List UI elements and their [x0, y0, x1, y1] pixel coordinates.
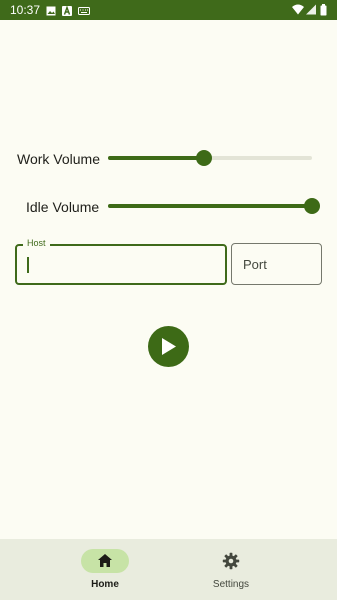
nav-item-settings[interactable]: Settings	[171, 539, 291, 600]
status-bar: 10:37	[0, 0, 337, 20]
image-icon	[46, 5, 56, 19]
wifi-icon	[292, 4, 304, 18]
play-icon	[162, 338, 176, 355]
signal-icon	[306, 4, 316, 18]
text-cursor	[27, 257, 29, 273]
work-volume-slider[interactable]	[108, 146, 312, 170]
home-icon	[96, 552, 114, 575]
play-button[interactable]	[148, 326, 189, 367]
idle-volume-thumb[interactable]	[304, 198, 320, 214]
nav-item-home[interactable]: Home	[45, 539, 165, 600]
port-input[interactable]: Port	[231, 243, 322, 285]
nav-label-settings: Settings	[212, 579, 250, 590]
idle-volume-label: Idle Volume	[26, 199, 100, 215]
battery-icon	[320, 4, 327, 19]
port-placeholder: Port	[243, 257, 267, 272]
gear-icon	[222, 552, 240, 575]
nav-label-home: Home	[91, 579, 119, 590]
host-input[interactable]: Host	[15, 238, 227, 285]
idle-volume-fill	[108, 204, 312, 208]
work-volume-label: Work Volume	[17, 151, 100, 167]
status-time: 10:37	[10, 3, 41, 17]
bottom-navigation: Home Settings	[0, 539, 337, 600]
idle-volume-slider[interactable]	[108, 194, 320, 218]
a-icon	[62, 5, 72, 19]
host-label: Host	[23, 238, 50, 248]
keyboard-icon	[78, 5, 90, 19]
work-volume-thumb[interactable]	[196, 150, 212, 166]
work-volume-fill	[108, 156, 204, 160]
